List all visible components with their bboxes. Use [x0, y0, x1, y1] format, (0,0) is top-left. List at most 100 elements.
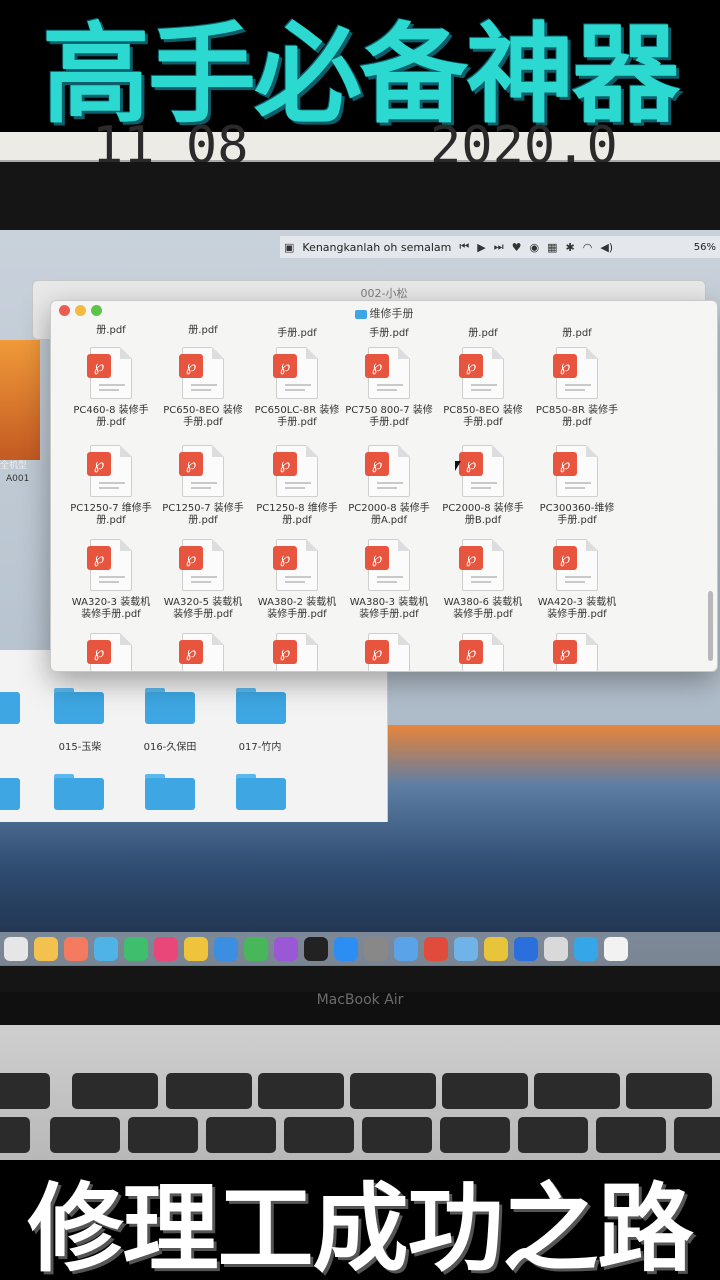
file-label-partial[interactable]: 册.pdf: [527, 324, 627, 339]
chrome-icon[interactable]: [394, 937, 418, 961]
folder-icon[interactable]: [145, 686, 195, 724]
folder-label-kubota[interactable]: 016-久保田: [130, 738, 210, 753]
heart-icon[interactable]: ♥: [512, 241, 522, 254]
folder-icon[interactable]: [54, 772, 104, 810]
pdf-file-item[interactable]: ℘ WA380-6 装载机 装修手册.pdf: [433, 539, 533, 621]
pdf-file-item[interactable]: ℘: [61, 633, 161, 671]
folder-icon[interactable]: [0, 772, 20, 810]
pdf-file-label[interactable]: WA380-3 装载机 装修手册.pdf: [339, 597, 439, 621]
facetime-icon[interactable]: [94, 937, 118, 961]
pdf-file-label[interactable]: WA320-3 装载机 装修手册.pdf: [61, 597, 161, 621]
pdf-file-label[interactable]: PC2000-8 装修手 册B.pdf: [433, 503, 533, 527]
pdf-icon[interactable]: ℘: [179, 633, 224, 671]
keynote-icon[interactable]: [184, 937, 208, 961]
pdf-file-label[interactable]: PC1250-8 维修手 册.pdf: [247, 503, 347, 527]
folder-icon[interactable]: [236, 686, 286, 724]
app-icon[interactable]: [424, 937, 448, 961]
pdf-icon[interactable]: ℘: [179, 445, 224, 497]
file-label-partial[interactable]: 册.pdf: [61, 321, 161, 336]
pdf-file-label[interactable]: PC460-8 装修手 册.pdf: [61, 405, 161, 429]
file-label-partial[interactable]: 手册.pdf: [247, 324, 347, 339]
now-playing-song[interactable]: Kenangkanlah oh semalam: [302, 241, 451, 254]
pdf-file-item[interactable]: ℘ PC1250-8 维修手 册.pdf: [247, 445, 347, 527]
notes-icon[interactable]: [154, 937, 178, 961]
tv-icon[interactable]: [274, 937, 298, 961]
music-icon[interactable]: [124, 937, 148, 961]
pdf-file-item[interactable]: ℘ PC460-8 装修手 册.pdf: [61, 347, 161, 429]
scrollbar-thumb[interactable]: [708, 591, 713, 661]
pdf-file-label[interactable]: PC850-8EO 装修 手册.pdf: [433, 405, 533, 429]
wifi-icon[interactable]: ◠: [583, 241, 593, 254]
previous-track-icon[interactable]: ⏮: [459, 240, 469, 254]
pdf-file-item[interactable]: ℘ PC1250-7 维修手 册.pdf: [61, 445, 161, 527]
folder-icon[interactable]: [0, 686, 20, 724]
pdf-file-item[interactable]: ℘ PC2000-8 装修手 册A.pdf: [339, 445, 439, 527]
pdf-file-item[interactable]: ℘ PC300360-维修 手册.pdf: [527, 445, 627, 527]
pdf-file-item[interactable]: ℘ WA320-5 装载机 装修手册.pdf: [153, 539, 253, 621]
bluetooth-icon[interactable]: ✱: [566, 241, 575, 254]
pdf-file-item[interactable]: ℘ WA420-3 装载机 装修手册.pdf: [527, 539, 627, 621]
pdf-icon[interactable]: ℘: [273, 539, 318, 591]
photos-icon[interactable]: [34, 937, 58, 961]
pdf-file-label[interactable]: WA380-2 装载机 装修手册.pdf: [247, 597, 347, 621]
pdf-file-item[interactable]: ℘: [433, 633, 533, 671]
pdf-file-item[interactable]: ℘ PC650LC-8R 装修 手册.pdf: [247, 347, 347, 429]
pdf-file-label[interactable]: PC750 800-7 装修 手册.pdf: [339, 405, 439, 429]
pdf-icon[interactable]: ℘: [459, 445, 504, 497]
grid-icon[interactable]: ▦: [547, 241, 557, 254]
pdf-file-item[interactable]: ℘: [247, 633, 347, 671]
pdf-file-item[interactable]: ℘ WA320-3 装载机 装修手册.pdf: [61, 539, 161, 621]
folder-label-takeuchi[interactable]: 017-竹内: [220, 738, 300, 753]
pdf-icon[interactable]: ℘: [179, 539, 224, 591]
word-icon[interactable]: [484, 937, 508, 961]
pdf-file-item[interactable]: ℘ WA380-3 装载机 装修手册.pdf: [339, 539, 439, 621]
finder2-icon[interactable]: [364, 937, 388, 961]
play-icon[interactable]: [544, 937, 568, 961]
pdf-file-item[interactable]: ℘ PC1250-7 装修手 册.pdf: [153, 445, 253, 527]
pdf-file-label[interactable]: PC650-8EO 装修 手册.pdf: [153, 405, 253, 429]
pdf-icon[interactable]: ℘: [553, 539, 598, 591]
next-track-icon[interactable]: ⏭: [494, 240, 504, 254]
pdf-icon[interactable]: ℘: [273, 633, 318, 671]
pdf-file-label[interactable]: WA320-5 装载机 装修手册.pdf: [153, 597, 253, 621]
file-label-partial[interactable]: 册.pdf: [153, 321, 253, 336]
pdf-file-item[interactable]: ℘: [153, 633, 253, 671]
folder-label-yuchai[interactable]: 015-玉柴: [40, 738, 120, 753]
pdf-icon[interactable]: ℘: [87, 347, 132, 399]
pdf-icon[interactable]: ℘: [365, 633, 410, 671]
pdf-icon[interactable]: ℘: [553, 445, 598, 497]
messages-icon[interactable]: [64, 937, 88, 961]
folder-icon[interactable]: [145, 772, 195, 810]
pdf-file-label[interactable]: WA380-6 装载机 装修手册.pdf: [433, 597, 533, 621]
pdf-file-item[interactable]: ℘ PC750 800-7 装修 手册.pdf: [339, 347, 439, 429]
pdf-icon[interactable]: ℘: [459, 347, 504, 399]
pdf-file-label[interactable]: PC2000-8 装修手 册A.pdf: [339, 503, 439, 527]
music-app-icon[interactable]: ▣: [284, 241, 294, 254]
play-icon[interactable]: ▶: [477, 241, 485, 254]
pdf-icon[interactable]: ℘: [365, 445, 410, 497]
settings-icon[interactable]: [334, 937, 358, 961]
podcasts-icon[interactable]: [244, 937, 268, 961]
app2-icon[interactable]: [454, 937, 478, 961]
pdf-icon[interactable]: ℘: [365, 347, 410, 399]
pdf-file-label[interactable]: WA420-3 装载机 装修手册.pdf: [527, 597, 627, 621]
pdf-icon[interactable]: ℘: [87, 445, 132, 497]
pdf-file-item[interactable]: ℘ WA380-2 装载机 装修手册.pdf: [247, 539, 347, 621]
pdf-file-item[interactable]: ℘: [527, 633, 627, 671]
folder-icon[interactable]: [604, 937, 628, 961]
pdf-icon[interactable]: ℘: [273, 445, 318, 497]
pdf-icon[interactable]: ℘: [179, 347, 224, 399]
volume-icon[interactable]: ◀): [600, 241, 613, 254]
pdf-icon[interactable]: ℘: [365, 539, 410, 591]
pdf-icon[interactable]: ℘: [459, 539, 504, 591]
pdf-icon[interactable]: ℘: [273, 347, 318, 399]
pdf-icon[interactable]: ℘: [87, 539, 132, 591]
pdf-file-item[interactable]: ℘ PC850-8EO 装修 手册.pdf: [433, 347, 533, 429]
pdf-file-item[interactable]: ℘: [339, 633, 439, 671]
pdf-file-label[interactable]: PC650LC-8R 装修 手册.pdf: [247, 405, 347, 429]
numbers-icon[interactable]: [214, 937, 238, 961]
pdf-file-item[interactable]: ℘ PC2000-8 装修手 册B.pdf: [433, 445, 533, 527]
pdf-icon[interactable]: ℘: [553, 633, 598, 671]
pdf-file-item[interactable]: ℘ PC850-8R 装修手 册.pdf: [527, 347, 627, 429]
pdf-icon[interactable]: ℘: [459, 633, 504, 671]
